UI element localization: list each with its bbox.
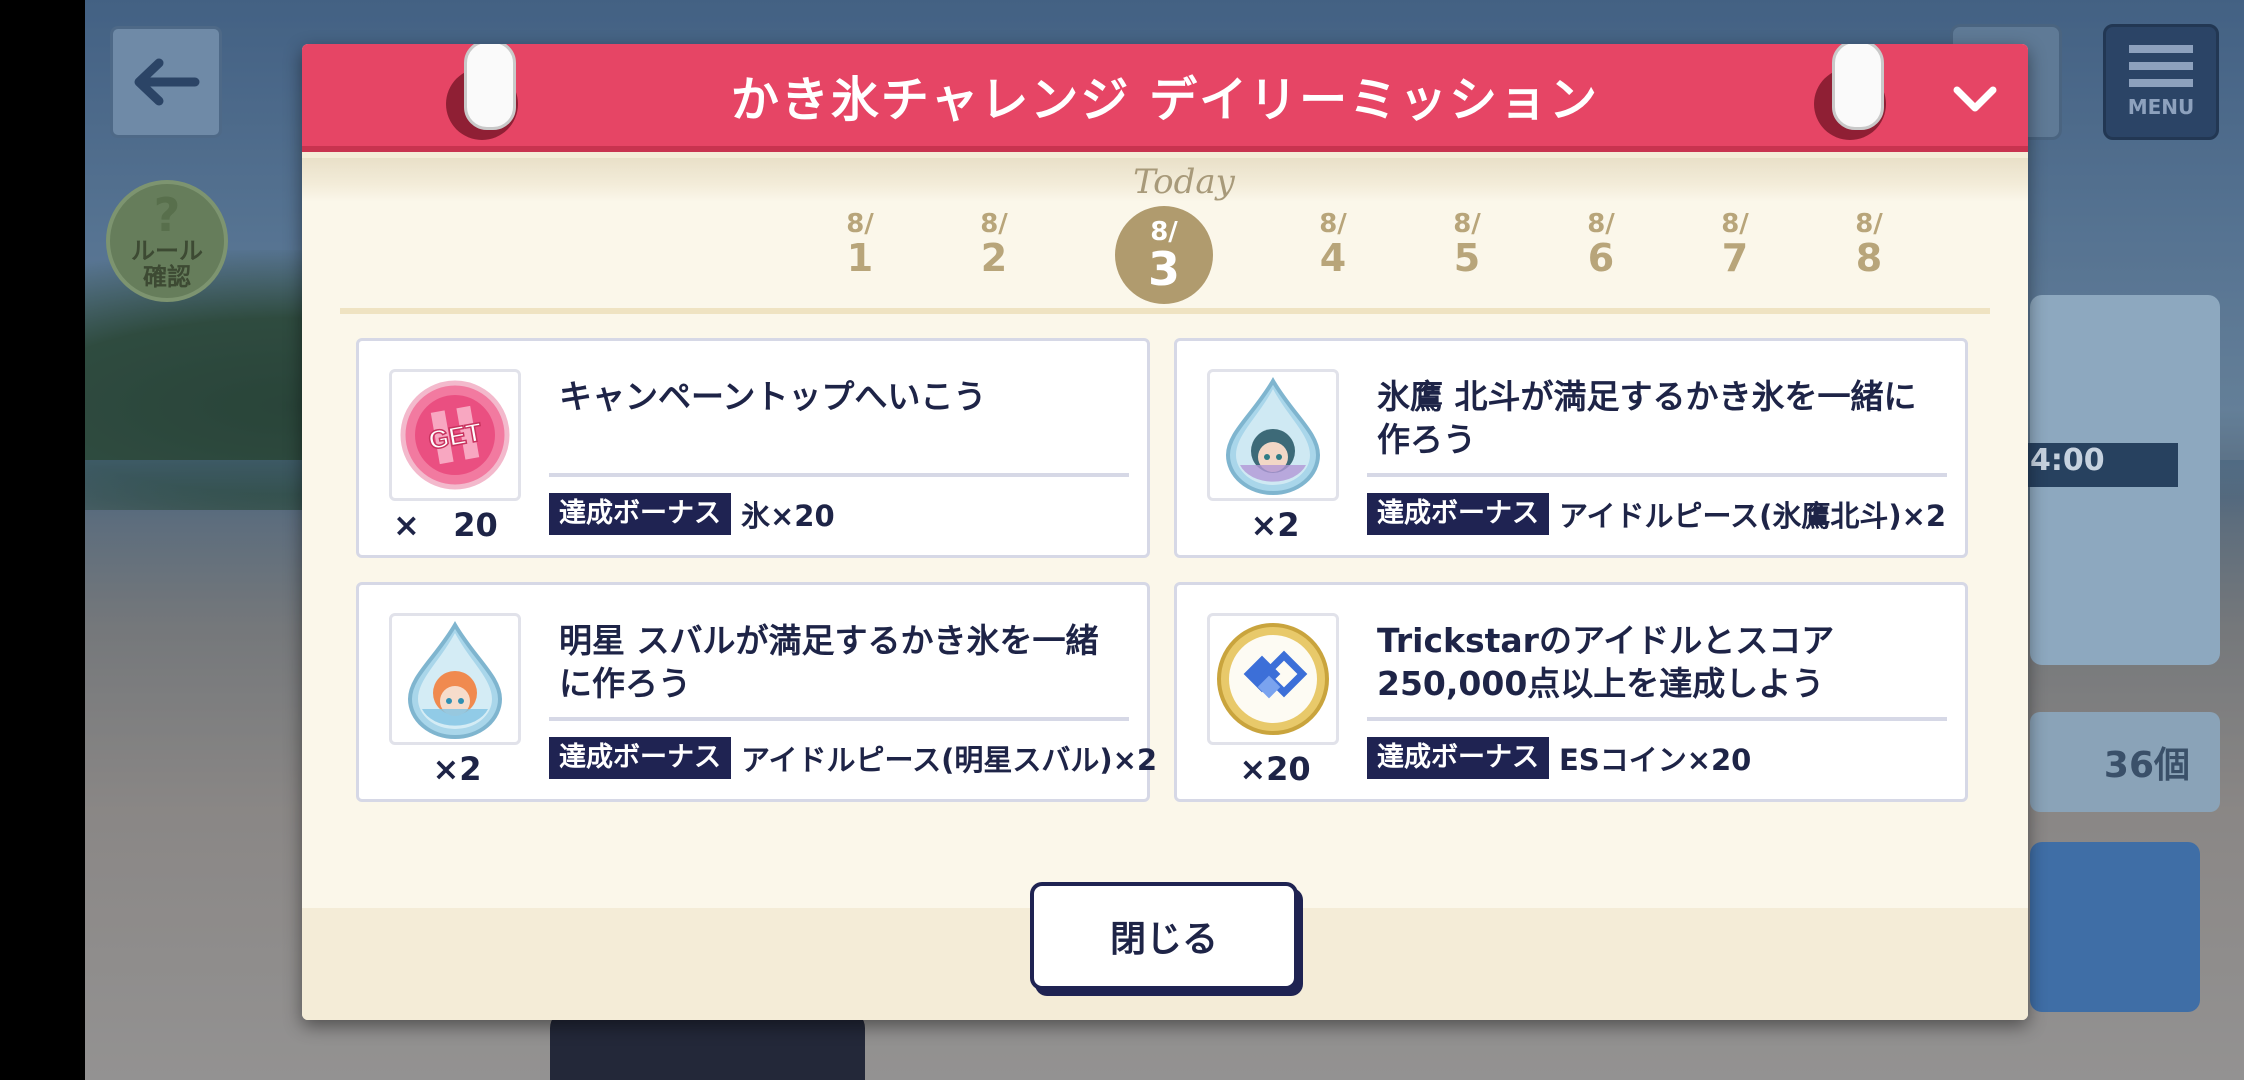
modal-header: かき氷チャレンジ デイリーミッション	[302, 44, 2028, 152]
modal-title: かき氷チャレンジ デイリーミッション	[730, 72, 1600, 128]
completion-bonus: 達成ボーナス 氷×20	[549, 493, 835, 535]
bonus-reward: ESコイン×20	[1559, 743, 1752, 777]
hamburger-icon	[2129, 45, 2193, 87]
rule-check-button[interactable]: ? ルール 確認	[106, 180, 228, 302]
mission-card: ×2 明星 スバルが満足するかき氷を一緒に作ろう 達成ボーナス アイドルピース(…	[356, 582, 1157, 802]
date-tab-4[interactable]: 8/ 4	[1288, 210, 1378, 278]
date-month: 8/	[1587, 209, 1615, 239]
daily-mission-modal: かき氷チャレンジ デイリーミッション Today 8/ 1 8/ 2 8/ 3 …	[302, 44, 2028, 1020]
date-tab-5[interactable]: 8/ 5	[1422, 210, 1512, 278]
bonus-tag: 達成ボーナス	[549, 493, 731, 535]
date-day: 1	[846, 236, 874, 280]
bonus-reward: アイドルピース(氷鷹北斗)×2	[1559, 499, 1947, 533]
reward-item-box: GET	[389, 369, 521, 501]
bonus-reward: 氷×20	[741, 499, 835, 533]
close-button[interactable]: 閉じる	[1030, 882, 1298, 990]
date-day: 4	[1319, 236, 1347, 280]
date-tab-1[interactable]: 8/ 1	[815, 210, 905, 278]
card-divider	[1367, 717, 1947, 721]
date-month: 8/	[1855, 209, 1883, 239]
date-tab-6[interactable]: 8/ 6	[1556, 210, 1646, 278]
mission-description: Trickstarのアイドルとスコア250,000点以上を達成しよう	[1377, 621, 1835, 703]
card-divider	[549, 717, 1129, 721]
completion-bonus: 達成ボーナス アイドルピース(氷鷹北斗)×2	[1367, 493, 1946, 535]
card-divider	[1367, 473, 1947, 477]
date-month: 8/	[1319, 209, 1347, 239]
today-circle: 8/ 3	[1115, 206, 1213, 304]
bonus-tag: 達成ボーナス	[1367, 737, 1549, 779]
reward-quantity: × 20	[393, 506, 498, 544]
bonus-tag: 達成ボーナス	[1367, 493, 1549, 535]
date-tab-7[interactable]: 8/ 7	[1690, 210, 1780, 278]
reward-quantity: ×2	[432, 750, 482, 788]
reward-item-box	[1207, 613, 1339, 745]
side-timer: 4:00	[2026, 443, 2178, 487]
date-day: 3	[1147, 242, 1180, 296]
es-coin-icon	[1217, 623, 1329, 735]
side-count: 36個	[2030, 712, 2220, 812]
mission-description: 氷鷹 北斗が満足するかき氷を一緒に作ろう	[1377, 377, 1917, 459]
date-month: 8/	[980, 209, 1008, 239]
back-button[interactable]	[110, 26, 222, 138]
chevron-down-icon[interactable]	[1952, 80, 1998, 120]
rule-label: ルール	[131, 237, 203, 265]
mission-description: 明星 スバルが満足するかき氷を一緒に作ろう	[559, 621, 1099, 703]
mission-card: ×20 Trickstarのアイドルとスコア250,000点以上を達成しよう 達…	[1174, 582, 1968, 802]
idol-piece-subaru-icon	[407, 621, 503, 739]
completion-bonus: 達成ボーナス ESコイン×20	[1367, 737, 1751, 779]
menu-label: MENU	[2127, 95, 2195, 119]
date-tab-2[interactable]: 8/ 2	[949, 210, 1039, 278]
date-month: 8/	[1453, 209, 1481, 239]
date-day: 2	[980, 236, 1008, 280]
idol-piece-hokuto-icon	[1225, 377, 1321, 495]
arrow-left-icon	[134, 58, 200, 106]
card-divider	[549, 473, 1129, 477]
date-divider	[340, 308, 1990, 314]
date-day: 8	[1855, 236, 1883, 280]
reward-quantity: ×2	[1250, 506, 1300, 544]
mission-card: GET × 20 キャンペーントップへいこう 達成ボーナス 氷×20	[356, 338, 1150, 558]
date-day: 5	[1453, 236, 1481, 280]
rule-check-label: 確認	[143, 263, 191, 291]
date-day: 7	[1721, 236, 1749, 280]
bonus-tag: 達成ボーナス	[549, 737, 731, 779]
date-month: 8/	[846, 209, 874, 239]
reward-item-box	[389, 613, 521, 745]
binder-ring-right	[1814, 44, 1886, 140]
get-ticket-icon: GET	[400, 380, 510, 490]
date-month: 8/	[1721, 209, 1749, 239]
question-mark-icon: ?	[153, 188, 181, 242]
today-label: Today	[1133, 162, 1235, 202]
mission-description: キャンペーントップへいこう	[559, 377, 987, 416]
date-tab-3-today[interactable]: 8/ 3	[1114, 206, 1214, 304]
bonus-reward: アイドルピース(明星スバル)×2	[741, 743, 1158, 777]
date-tab-8[interactable]: 8/ 8	[1824, 210, 1914, 278]
make-shaved-ice-button[interactable]	[2030, 842, 2200, 1012]
menu-button[interactable]: MENU	[2103, 24, 2219, 140]
reward-item-box	[1207, 369, 1339, 501]
reward-quantity: ×20	[1239, 750, 1311, 788]
completion-bonus: 達成ボーナス アイドルピース(明星スバル)×2	[549, 737, 1157, 779]
binder-ring-left	[446, 44, 518, 140]
mission-card: ×2 氷鷹 北斗が満足するかき氷を一緒に作ろう 達成ボーナス アイドルピース(氷…	[1174, 338, 1968, 558]
date-day: 6	[1587, 236, 1615, 280]
